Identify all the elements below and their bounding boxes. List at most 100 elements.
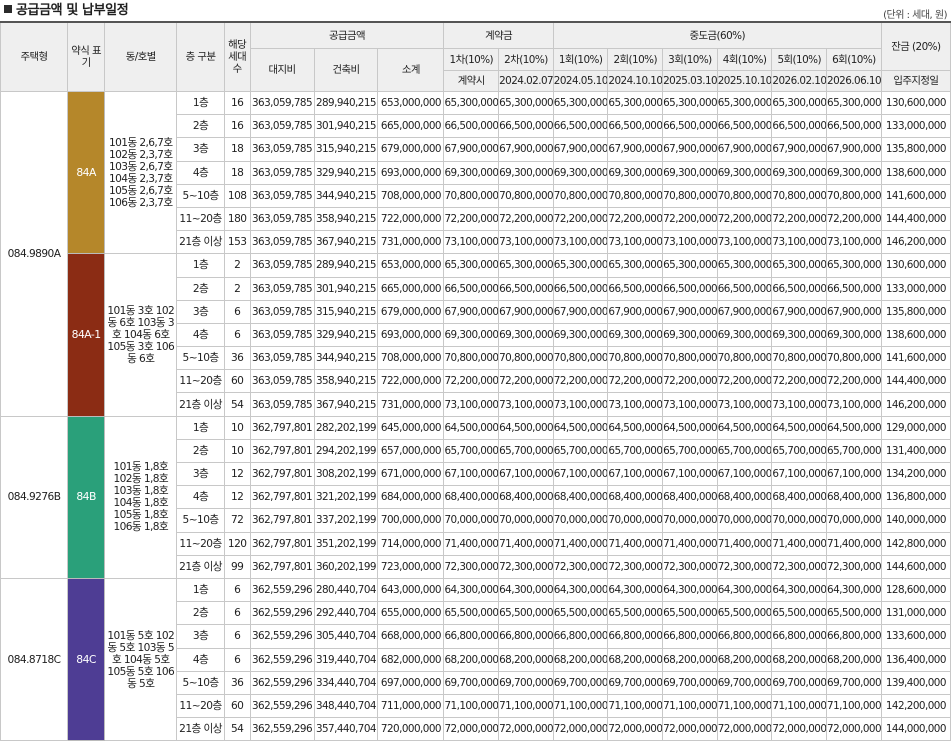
building-price-cell: 334,440,704 [313, 670, 379, 695]
building-price-cell: 329,940,215 [313, 322, 379, 348]
building-price-cell: 367,940,215 [313, 392, 379, 417]
header-balance: 잔금 (20%) [880, 21, 951, 71]
units-cell: 6 [223, 577, 251, 603]
balance-cell: 133,000,000 [880, 114, 951, 139]
middle-payment-cell: 65,500,000 [662, 601, 718, 626]
land-price-cell: 363,059,785 [249, 322, 315, 348]
contract-1-cell: 66,500,000 [443, 276, 500, 301]
units-cell: 2 [223, 253, 251, 278]
land-price-cell: 362,797,801 [249, 415, 315, 440]
units-cell: 60 [223, 693, 251, 719]
balance-cell: 141,600,000 [880, 346, 951, 371]
middle-payment-cell: 70,000,000 [607, 508, 664, 533]
land-price-cell: 362,797,801 [249, 461, 315, 487]
middle-payment-cell: 66,500,000 [771, 114, 828, 139]
contract-2-cell: 71,400,000 [498, 531, 554, 556]
middle-payment-cell: 65,700,000 [662, 438, 718, 464]
middle-payment-cell: 67,100,000 [662, 461, 718, 487]
floor-cell: 11~20층 [176, 693, 225, 719]
header-m5: 5회(10%) [771, 48, 828, 71]
units-cell: 108 [223, 183, 251, 208]
balance-cell: 142,800,000 [880, 531, 951, 556]
building-price-cell: 282,202,199 [313, 415, 379, 440]
contract-1-cell: 67,900,000 [443, 299, 500, 324]
type-badge-cell: 84A [67, 90, 106, 255]
building-price-cell: 337,202,199 [313, 508, 379, 533]
type-badge-cell: 84C [67, 577, 106, 741]
middle-payment-cell: 64,500,000 [826, 415, 882, 440]
header-land: 대지비 [249, 48, 315, 92]
middle-payment-cell: 68,200,000 [771, 647, 828, 672]
middle-payment-cell: 65,300,000 [826, 253, 882, 278]
balance-cell: 144,400,000 [880, 369, 951, 394]
contract-1-cell: 71,100,000 [443, 693, 500, 719]
header-m1-date: 2024.05.10 [552, 70, 609, 92]
land-price-cell: 362,559,296 [249, 577, 315, 603]
middle-payment-cell: 73,100,000 [607, 230, 664, 255]
header-m2: 2회(10%) [607, 48, 664, 71]
contract-1-cell: 72,000,000 [443, 717, 500, 741]
middle-payment-cell: 69,300,000 [662, 322, 718, 348]
middle-payment-cell: 66,500,000 [552, 276, 609, 301]
units-cell: 18 [223, 160, 251, 185]
units-cell: 99 [223, 554, 251, 579]
building-price-cell: 344,940,215 [313, 346, 379, 371]
middle-payment-cell: 71,100,000 [552, 693, 609, 719]
land-price-cell: 362,559,296 [249, 647, 315, 672]
middle-payment-cell: 72,000,000 [826, 717, 882, 741]
contract-2-cell: 72,300,000 [498, 554, 554, 579]
balance-cell: 136,400,000 [880, 647, 951, 672]
balance-cell: 129,000,000 [880, 415, 951, 440]
middle-payment-cell: 70,800,000 [771, 346, 828, 371]
middle-payment-cell: 65,300,000 [662, 253, 718, 278]
land-price-cell: 363,059,785 [249, 90, 315, 116]
middle-payment-cell: 72,000,000 [607, 717, 664, 741]
middle-payment-cell: 66,800,000 [826, 624, 882, 649]
middle-payment-cell: 70,800,000 [607, 183, 664, 208]
balance-cell: 142,200,000 [880, 693, 951, 719]
middle-payment-cell: 67,900,000 [826, 137, 882, 162]
subtotal-cell: 731,000,000 [377, 392, 445, 417]
middle-payment-cell: 65,500,000 [826, 601, 882, 626]
subtotal-cell: 708,000,000 [377, 183, 445, 208]
subtotal-cell: 655,000,000 [377, 601, 445, 626]
contract-1-cell: 68,400,000 [443, 485, 500, 510]
subtotal-cell: 711,000,000 [377, 693, 445, 719]
subtotal-cell: 700,000,000 [377, 508, 445, 533]
middle-payment-cell: 72,200,000 [771, 206, 828, 232]
middle-payment-cell: 66,800,000 [662, 624, 718, 649]
building-price-cell: 367,940,215 [313, 230, 379, 255]
middle-payment-cell: 72,200,000 [662, 206, 718, 232]
middle-payment-cell: 65,300,000 [607, 253, 664, 278]
header-dong: 동/호별 [104, 21, 178, 92]
units-cell: 54 [223, 717, 251, 741]
middle-payment-cell: 66,500,000 [826, 276, 882, 301]
floor-cell: 2층 [176, 438, 225, 464]
middle-payment-cell: 72,000,000 [552, 717, 609, 741]
middle-payment-cell: 73,100,000 [826, 392, 882, 417]
middle-payment-cell: 71,100,000 [716, 693, 773, 719]
table-row: 084.9276B 84B 101동 1,8호 102동 1,8호 103동 1,8… [0, 415, 951, 579]
floor-cell: 2층 [176, 601, 225, 626]
building-price-cell: 280,440,704 [313, 577, 379, 603]
contract-2-cell: 69,700,000 [498, 670, 554, 695]
contract-1-cell: 73,100,000 [443, 230, 500, 255]
middle-payment-cell: 69,300,000 [552, 160, 609, 185]
header-balance-date: 입주지정일 [880, 70, 951, 92]
units-cell: 2 [223, 276, 251, 301]
middle-payment-cell: 66,500,000 [662, 114, 718, 139]
contract-1-cell: 72,200,000 [443, 206, 500, 232]
header-c1-date: 계약시 [443, 70, 500, 92]
subtotal-cell: 723,000,000 [377, 554, 445, 579]
floor-cell: 11~20층 [176, 369, 225, 394]
floor-cell: 1층 [176, 253, 225, 278]
header-c1: 1차(10%) [443, 48, 500, 71]
balance-cell: 136,800,000 [880, 485, 951, 510]
contract-1-cell: 69,700,000 [443, 670, 500, 695]
page-title-text: 공급금액 및 납부일정 [16, 3, 129, 18]
middle-payment-cell: 68,200,000 [662, 647, 718, 672]
header-floor: 층 구분 [176, 21, 225, 92]
middle-payment-cell: 69,300,000 [771, 322, 828, 348]
middle-payment-cell: 69,700,000 [662, 670, 718, 695]
middle-payment-cell: 65,300,000 [716, 253, 773, 278]
